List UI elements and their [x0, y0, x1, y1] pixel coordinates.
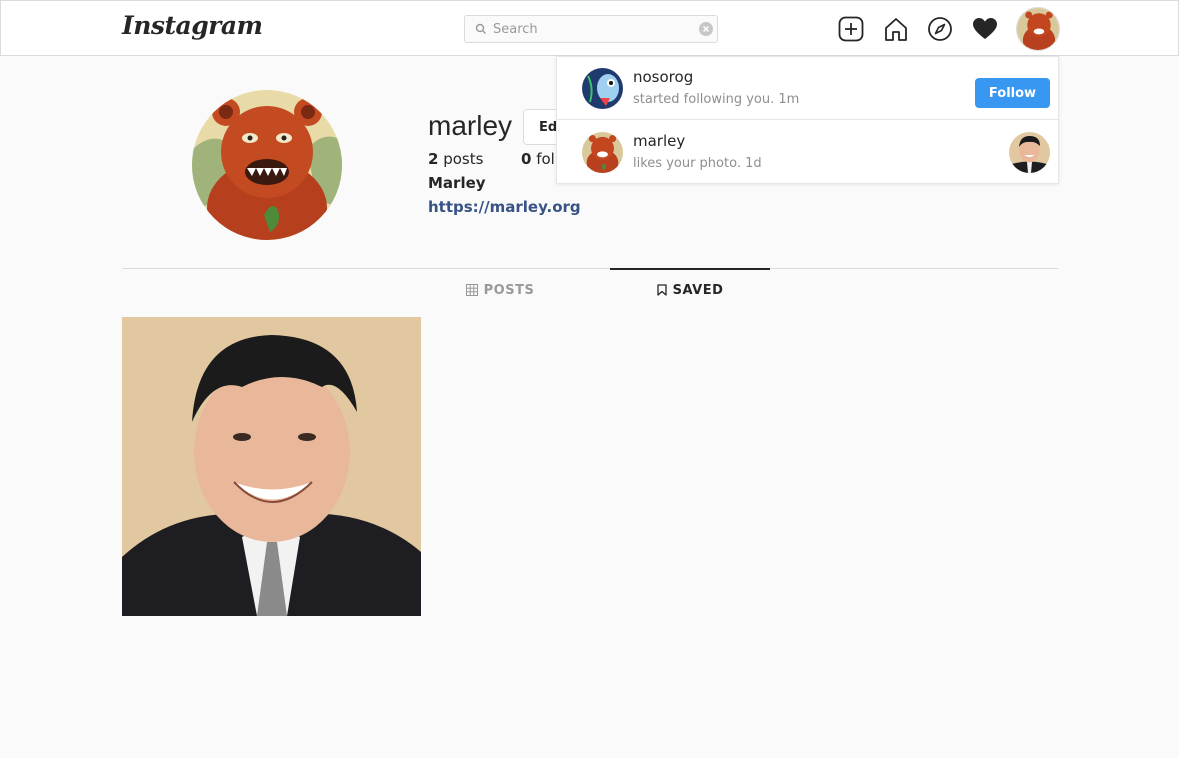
- notification-text: likes your photo. 1d: [633, 156, 762, 171]
- profile-avatar[interactable]: [1016, 7, 1060, 51]
- explore-compass-icon[interactable]: [926, 15, 954, 43]
- new-post-icon[interactable]: [837, 15, 865, 43]
- followers-count-value: 0: [521, 150, 532, 168]
- profile-full-name: Marley: [428, 174, 486, 192]
- tab-posts[interactable]: POSTS: [450, 269, 550, 311]
- notification-time: 1m: [778, 92, 800, 107]
- notification-time: 1d: [745, 156, 762, 171]
- tabs-divider: [122, 268, 1058, 269]
- tab-saved-label: SAVED: [672, 282, 724, 298]
- notification-message: likes your photo.: [633, 156, 741, 171]
- bookmark-icon: [656, 284, 667, 296]
- notification-username[interactable]: nosorog: [633, 68, 693, 86]
- saved-post-thumbnail[interactable]: [122, 317, 421, 616]
- search-input[interactable]: [493, 21, 693, 37]
- notification-item[interactable]: marley likes your photo. 1d: [557, 121, 1058, 184]
- search-box[interactable]: [464, 15, 718, 43]
- top-nav-bar: Instagram: [0, 0, 1179, 56]
- posts-count-label: posts: [443, 150, 484, 168]
- followers-count-label: fol: [536, 150, 555, 168]
- search-icon: [475, 23, 486, 34]
- instagram-logo[interactable]: Instagram: [122, 11, 263, 40]
- notification-item[interactable]: nosorog started following you. 1m Follow: [557, 57, 1058, 120]
- grid-icon: [465, 284, 478, 296]
- notification-text: started following you. 1m: [633, 92, 799, 107]
- heart-icon[interactable]: [971, 15, 999, 43]
- posts-count-value: 2: [428, 150, 439, 168]
- activity-dropdown: nosorog started following you. 1m Follow…: [556, 56, 1059, 184]
- notification-username[interactable]: marley: [633, 132, 685, 150]
- liked-photo-thumbnail[interactable]: [1009, 132, 1050, 173]
- profile-username: marley: [428, 110, 513, 141]
- posts-count: 2 posts: [428, 150, 483, 168]
- followers-count[interactable]: 0 fol: [521, 150, 555, 168]
- clear-search-icon[interactable]: [699, 22, 713, 36]
- notification-avatar[interactable]: [582, 68, 623, 109]
- home-icon[interactable]: [882, 15, 910, 43]
- tab-posts-label: POSTS: [483, 282, 535, 298]
- notification-message: started following you.: [633, 92, 775, 107]
- notification-avatar[interactable]: [582, 132, 623, 173]
- tab-saved[interactable]: SAVED: [610, 268, 770, 310]
- profile-website-link[interactable]: https://marley.org: [428, 198, 581, 216]
- profile-picture[interactable]: [192, 90, 342, 240]
- follow-button[interactable]: Follow: [975, 78, 1050, 108]
